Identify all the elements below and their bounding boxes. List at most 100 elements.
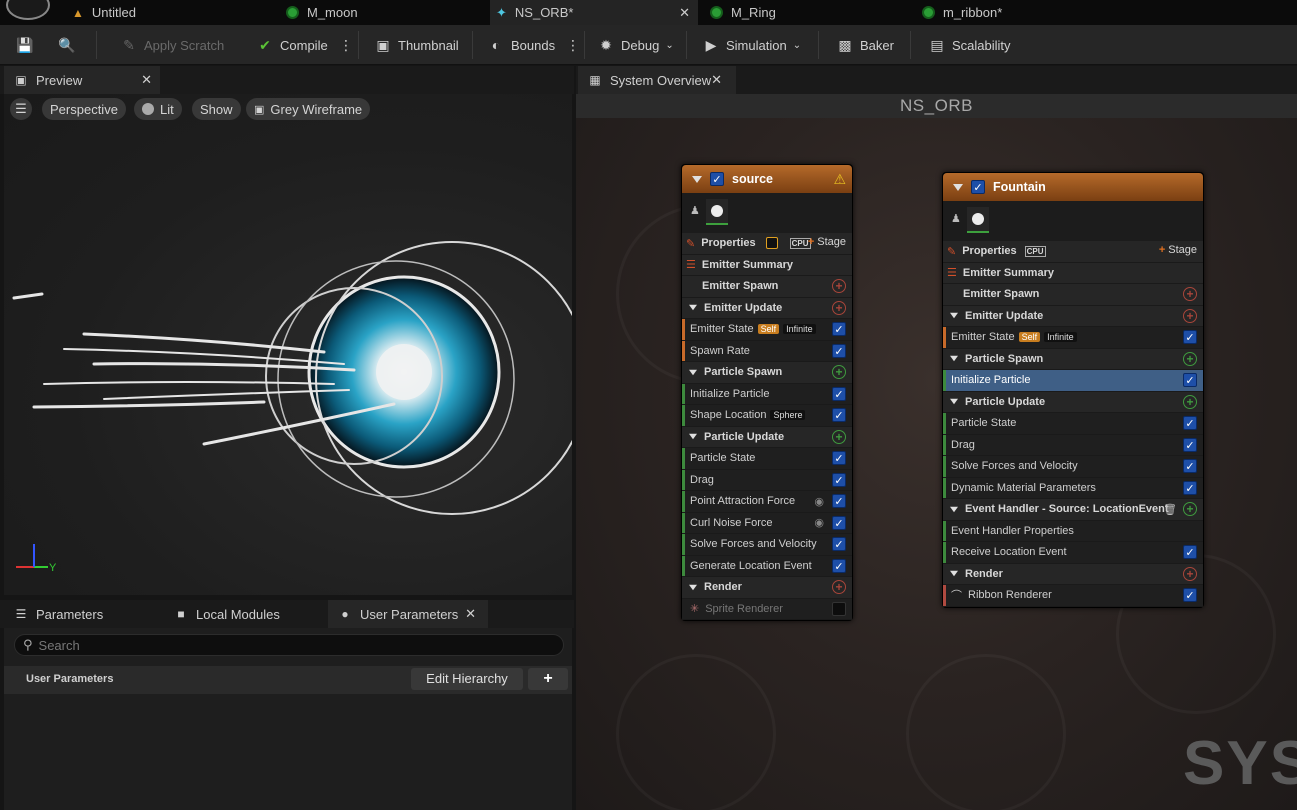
- browse-button[interactable]: 🔍: [58, 25, 76, 65]
- particle-spawn-row[interactable]: Particle Spawn +: [682, 362, 852, 384]
- module-generate-location-event[interactable]: Generate Location Event ✓: [682, 555, 852, 577]
- module-point-attraction-force[interactable]: Point Attraction Force ◉ ✓: [682, 491, 852, 513]
- properties-row[interactable]: ✎ Properties CPU + Stage: [943, 241, 1203, 263]
- emitter-node-source[interactable]: ✓ source ⚠ ♟ ✎ Properties CPU + Stage ☰ …: [681, 164, 853, 621]
- module-particle-state[interactable]: Particle State ✓: [682, 448, 852, 470]
- collapse-arrow-icon[interactable]: [689, 304, 697, 311]
- module-enabled-checkbox[interactable]: ✓: [1183, 416, 1197, 430]
- module-enabled-checkbox[interactable]: ✓: [832, 386, 846, 401]
- collapse-arrow-icon[interactable]: [950, 355, 958, 362]
- module-ribbon-renderer[interactable]: ⌒ Ribbon Renderer ✓: [943, 585, 1203, 607]
- properties-row[interactable]: ✎ Properties CPU + Stage: [682, 233, 852, 255]
- particle-update-row[interactable]: Particle Update +: [943, 391, 1203, 413]
- module-initialize-particle[interactable]: Initialize Particle ✓: [682, 383, 852, 405]
- module-enabled-checkbox[interactable]: ✓: [832, 515, 846, 530]
- emitter-thumbnail[interactable]: [967, 207, 989, 233]
- collapse-arrow-icon[interactable]: [689, 369, 697, 376]
- trash-icon[interactable]: 🗑: [1163, 503, 1177, 516]
- module-shape-location[interactable]: Shape Location Sphere ✓: [682, 405, 852, 427]
- add-module-button[interactable]: +: [1183, 287, 1197, 301]
- close-icon[interactable]: ✕: [141, 72, 152, 88]
- module-enabled-checkbox[interactable]: ✓: [832, 451, 846, 465]
- module-solve-forces[interactable]: Solve Forces and Velocity ✓: [682, 534, 852, 556]
- tab-parameters[interactable]: ☰ Parameters: [4, 600, 164, 628]
- add-module-button[interactable]: +: [832, 365, 846, 379]
- collapse-arrow-icon[interactable]: [689, 584, 697, 591]
- tab-local-modules[interactable]: ■ Local Modules: [164, 600, 324, 628]
- tab-user-parameters[interactable]: ● User Parameters ✕: [328, 600, 488, 628]
- system-overview-graph[interactable]: NS_ORB SYST ✓ source ⚠ ♟ ✎ Properties CP…: [576, 94, 1297, 810]
- tab-m-moon[interactable]: M_moon: [286, 0, 486, 25]
- unreal-logo-icon[interactable]: [6, 0, 50, 20]
- bounds-button[interactable]: ◐ Bounds: [487, 25, 555, 65]
- module-enabled-checkbox[interactable]: [832, 601, 846, 616]
- emitter-spawn-row[interactable]: Emitter Spawn +: [682, 276, 852, 298]
- module-enabled-checkbox[interactable]: ✓: [1183, 330, 1197, 344]
- apply-scratch-button[interactable]: ✎ Apply Scratch: [120, 25, 224, 65]
- simulation-button[interactable]: ▶ Simulation ⌄: [702, 25, 801, 65]
- tab-m-ribbon[interactable]: m_ribbon*: [922, 0, 1122, 25]
- emitter-thumbnail[interactable]: [706, 199, 728, 225]
- add-renderer-button[interactable]: +: [1183, 566, 1197, 581]
- module-drag[interactable]: Drag ✓: [682, 469, 852, 491]
- collapse-arrow-icon[interactable]: [950, 398, 958, 405]
- emitter-header[interactable]: ✓ Fountain: [943, 173, 1203, 201]
- add-module-button[interactable]: +: [832, 279, 846, 293]
- collapse-arrow-icon[interactable]: [953, 183, 963, 191]
- module-initialize-particle[interactable]: Initialize Particle ✓: [943, 370, 1203, 392]
- emitter-node-fountain[interactable]: ✓ Fountain ♟ ✎ Properties CPU + Stage ☰ …: [942, 172, 1204, 608]
- module-enabled-checkbox[interactable]: ✓: [832, 537, 846, 551]
- tab-system-overview[interactable]: ▦ System Overview ✕: [578, 66, 736, 94]
- visibility-eye-icon[interactable]: ◉: [814, 495, 824, 508]
- add-module-button[interactable]: +: [832, 429, 846, 444]
- module-enabled-checkbox[interactable]: ✓: [832, 322, 846, 336]
- collapse-arrow-icon[interactable]: [950, 570, 958, 577]
- tab-preview[interactable]: ▣ Preview ✕: [4, 66, 160, 94]
- module-solve-forces[interactable]: Solve Forces and Velocity ✓: [943, 456, 1203, 478]
- module-sprite-renderer[interactable]: ✳ Sprite Renderer: [682, 598, 852, 620]
- add-module-button[interactable]: +: [832, 300, 846, 315]
- event-handler-row[interactable]: Event Handler - Source: LocationEvent 🗑 …: [943, 499, 1203, 521]
- close-icon[interactable]: ✕: [465, 606, 476, 622]
- close-icon[interactable]: ✕: [711, 72, 722, 88]
- render-row[interactable]: Render +: [943, 563, 1203, 585]
- emitter-summary-row[interactable]: ☰ Emitter Summary: [943, 262, 1203, 284]
- emitter-header[interactable]: ✓ source ⚠: [682, 165, 852, 193]
- scalability-button[interactable]: ▤ Scalability: [928, 25, 1010, 65]
- emitter-update-row[interactable]: Emitter Update +: [943, 305, 1203, 327]
- module-enabled-checkbox[interactable]: ✓: [832, 494, 846, 508]
- add-module-button[interactable]: +: [1183, 394, 1197, 409]
- module-enabled-checkbox[interactable]: ✓: [1183, 588, 1197, 602]
- add-module-button[interactable]: +: [1183, 502, 1197, 516]
- module-curl-noise-force[interactable]: Curl Noise Force ◉ ✓: [682, 512, 852, 534]
- module-enabled-checkbox[interactable]: ✓: [1183, 437, 1197, 452]
- tab-untitled[interactable]: ▲ Untitled: [72, 0, 272, 25]
- search-input[interactable]: ⚲ Search: [14, 634, 564, 656]
- add-module-button[interactable]: +: [1183, 351, 1197, 366]
- preview-viewport[interactable]: ☰ Perspective Lit Show ▣ Grey Wireframe: [4, 94, 572, 595]
- compile-button[interactable]: ✔ Compile: [256, 25, 328, 65]
- module-enabled-checkbox[interactable]: ✓: [1183, 480, 1197, 495]
- add-stage-button[interactable]: + Stage: [1159, 244, 1197, 256]
- add-stage-button[interactable]: + Stage: [808, 236, 846, 248]
- add-module-button[interactable]: +: [1183, 308, 1197, 323]
- emitter-update-row[interactable]: Emitter Update +: [682, 297, 852, 319]
- debug-button[interactable]: ✹ Debug ⌄: [597, 25, 674, 65]
- module-dynamic-material-parameters[interactable]: Dynamic Material Parameters ✓: [943, 477, 1203, 499]
- add-renderer-button[interactable]: +: [832, 580, 846, 594]
- visibility-eye-icon[interactable]: ◉: [814, 516, 824, 529]
- module-enabled-checkbox[interactable]: ✓: [1183, 545, 1197, 559]
- emitter-summary-row[interactable]: ☰ Emitter Summary: [682, 254, 852, 276]
- compile-options-button[interactable]: ⋮: [337, 25, 355, 65]
- tab-ns-orb[interactable]: ✦ NS_ORB* ✕: [490, 0, 698, 25]
- emitter-enabled-checkbox[interactable]: ✓: [710, 172, 724, 186]
- module-enabled-checkbox[interactable]: ✓: [832, 472, 846, 487]
- module-enabled-checkbox[interactable]: ✓: [832, 558, 846, 573]
- module-enabled-checkbox[interactable]: ✓: [1183, 373, 1197, 387]
- module-enabled-checkbox[interactable]: ✓: [1183, 459, 1197, 473]
- module-enabled-checkbox[interactable]: ✓: [832, 408, 846, 422]
- save-button[interactable]: 💾: [16, 25, 34, 65]
- module-drag[interactable]: Drag ✓: [943, 434, 1203, 456]
- bounds-options-button[interactable]: ⋮: [564, 25, 582, 65]
- collapse-arrow-icon[interactable]: [692, 175, 702, 183]
